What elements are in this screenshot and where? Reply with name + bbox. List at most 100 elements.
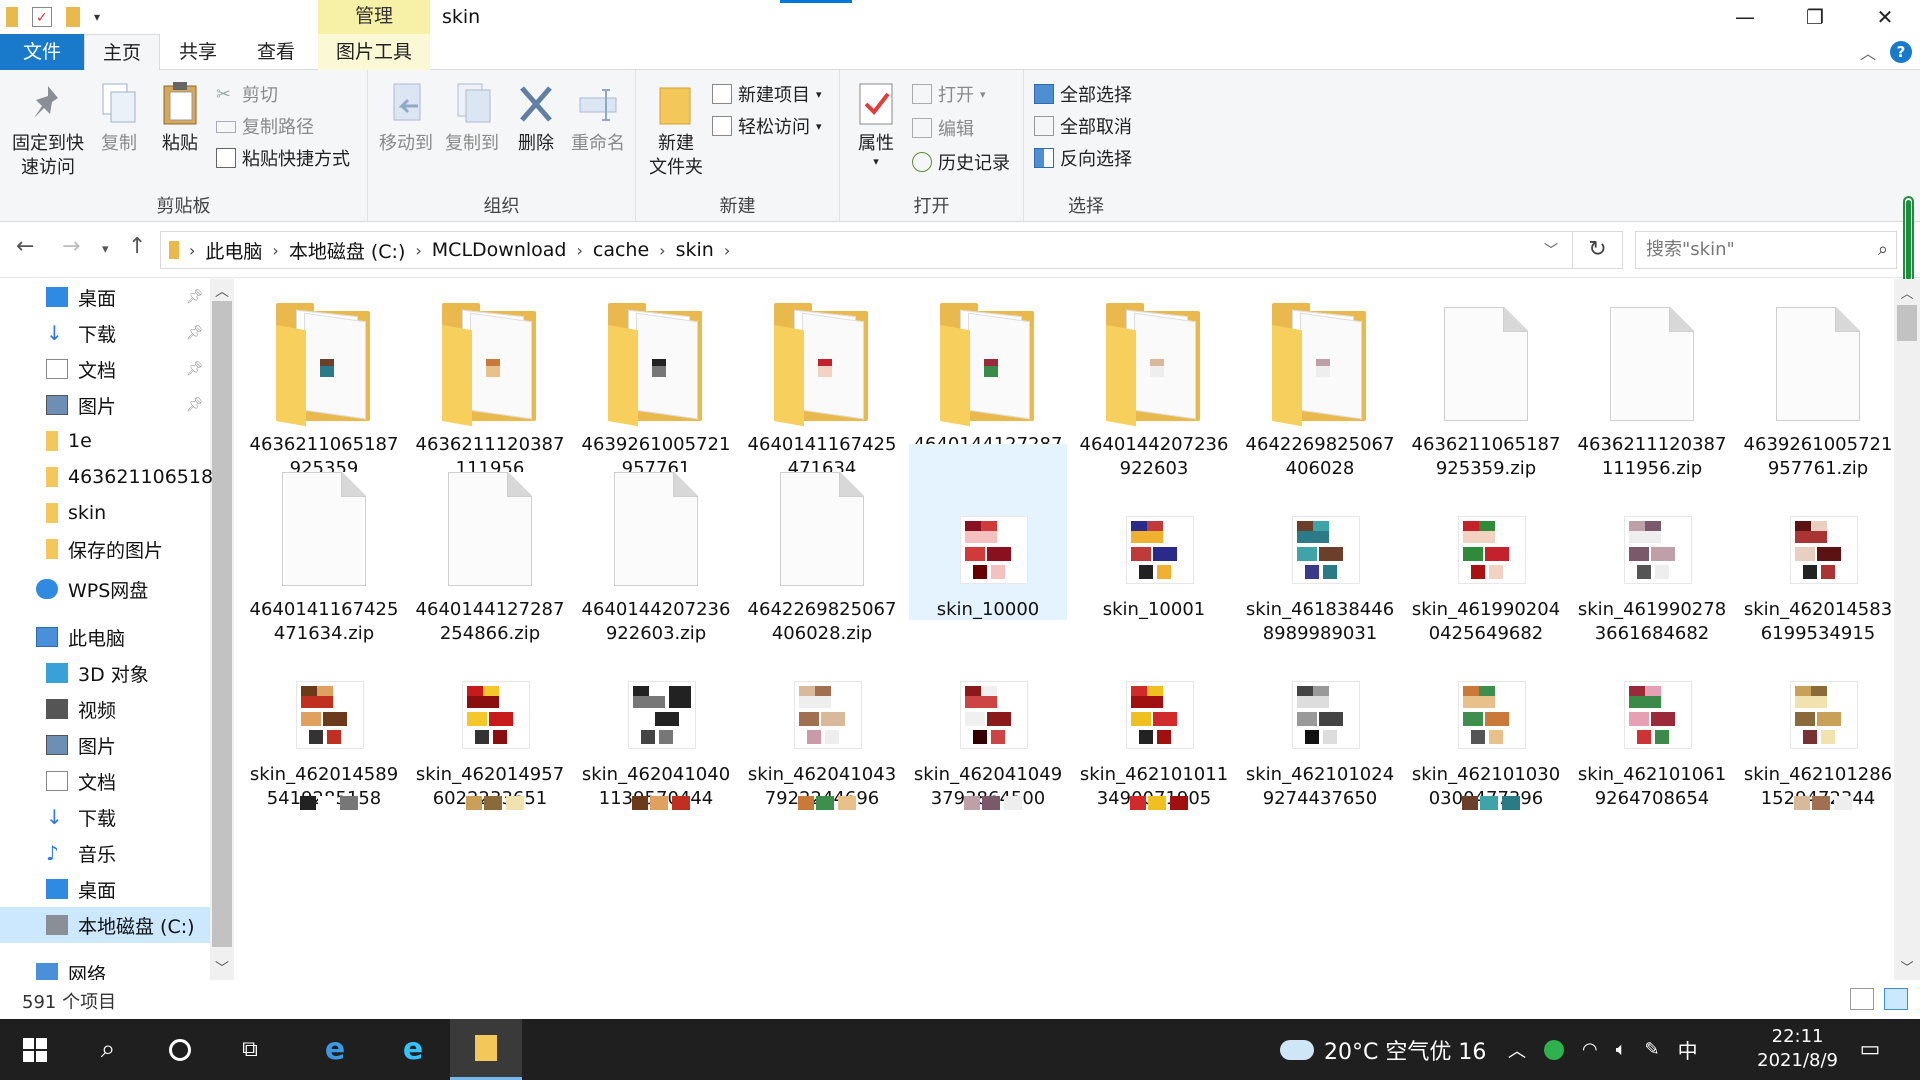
new-folder-button[interactable]: 新建 文件夹 (644, 80, 708, 180)
folder-item[interactable]: 4640144207236922603 (1075, 279, 1233, 479)
help-icon[interactable]: ? (1890, 41, 1912, 63)
pen-icon[interactable]: ✎ (1645, 1039, 1660, 1060)
nav-scrollbar[interactable]: ︿ ﹀ (210, 279, 234, 980)
security-app-icon[interactable] (1544, 1039, 1564, 1060)
invert-selection-button[interactable]: 反向选择 (1034, 144, 1132, 172)
scroll-up-icon[interactable]: ︿ (1894, 283, 1920, 302)
image-file-item[interactable]: skin_4620410437922244696 (743, 609, 901, 809)
breadcrumb-this-pc[interactable]: 此电脑 (205, 237, 262, 264)
image-file-item[interactable]: skin_4621010300300477396 (1407, 609, 1565, 809)
tab-view[interactable]: 查看 (238, 34, 314, 70)
select-all-button[interactable]: 全部选择 (1034, 80, 1132, 108)
skin-thumbnail-icon[interactable] (628, 796, 696, 810)
search-icon[interactable]: ⌕ (76, 1019, 140, 1080)
start-windows-icon[interactable] (0, 1019, 70, 1080)
breadcrumb-local-disk[interactable]: 本地磁盘 (C:) (289, 237, 406, 264)
open-button[interactable]: 打开 ▾ (912, 80, 986, 108)
refresh-icon[interactable]: ↻ (1573, 231, 1623, 269)
image-file-item[interactable]: skin_4620149576022233651 (411, 609, 569, 809)
nav-item[interactable]: 保存的图片 (0, 531, 210, 567)
address-bar[interactable]: › 此电脑 › 本地磁盘 (C:) › MCLDownload › cache … (160, 231, 1573, 269)
nav-item[interactable]: WPS网盘 (0, 571, 210, 607)
tab-share[interactable]: 共享 (162, 34, 234, 70)
image-file-item[interactable]: skin_4620410493793864500 (909, 609, 1067, 809)
floating-widget[interactable] (1903, 196, 1914, 286)
recent-locations-icon[interactable]: ▾ (102, 242, 109, 257)
zip-file-item[interactable]: 4639261005721957761.zip (1739, 279, 1894, 479)
folder-item[interactable]: 4639261005721957761 (577, 279, 735, 479)
folder-item[interactable]: 4640141167425471634 (743, 279, 901, 479)
nav-item[interactable]: ♪ 音乐 (0, 835, 210, 871)
nav-item[interactable]: 视频 (0, 691, 210, 727)
select-none-button[interactable]: 全部取消 (1034, 112, 1132, 140)
edit-button[interactable]: 编辑 (912, 114, 974, 142)
image-file-item[interactable]: skin_4621010249274437650 (1241, 609, 1399, 809)
tab-file[interactable]: 文件 (0, 34, 84, 70)
chevron-right-icon[interactable]: › (724, 241, 730, 260)
chevron-right-icon[interactable]: › (189, 241, 195, 260)
easy-access-button[interactable]: 轻松访问 ▾ (712, 112, 822, 140)
file-explorer-taskbar-icon[interactable] (450, 1019, 522, 1080)
image-file-item[interactable]: skin_4621010113490071905 (1075, 609, 1233, 809)
forward-arrow-icon[interactable]: → (62, 234, 80, 259)
skin-thumbnail-icon[interactable] (462, 796, 530, 810)
chevron-right-icon[interactable]: › (659, 241, 665, 260)
pin-icon[interactable]: 📌︎ (186, 397, 204, 413)
chevron-right-icon[interactable]: › (576, 241, 582, 260)
scroll-down-icon[interactable]: ﹀ (1894, 957, 1920, 976)
notification-icon[interactable]: ▭ (1840, 1019, 1900, 1080)
copy-path-button[interactable]: 复制路径 (216, 112, 314, 140)
minimize-icon[interactable]: — (1710, 0, 1780, 34)
copy-button[interactable]: 复制 (92, 80, 146, 156)
nav-item[interactable]: skin (0, 495, 210, 531)
skin-thumbnail-icon[interactable] (296, 796, 364, 810)
skin-thumbnail-icon[interactable] (1458, 796, 1526, 810)
skin-thumbnail-icon[interactable] (794, 796, 862, 810)
image-file-item[interactable]: skin_4621010619264708654 (1573, 609, 1731, 809)
large-icons-view-icon[interactable] (1884, 988, 1908, 1010)
nav-item[interactable]: 图片 📌︎ (0, 387, 210, 423)
zip-file-item[interactable]: 4636211065187925359.zip (1407, 279, 1565, 479)
address-history-dropdown-icon[interactable]: ﹀ (1544, 240, 1558, 260)
properties-qa-icon[interactable]: ✓ (32, 7, 52, 27)
nav-item[interactable]: 此电脑 (0, 619, 210, 655)
image-file-item[interactable]: skin_4619902040425649682 (1407, 444, 1565, 644)
folder-item[interactable]: 4640144127287254866 (909, 279, 1067, 479)
delete-button[interactable]: 删除 (508, 80, 564, 156)
breadcrumb-cache[interactable]: cache (593, 239, 649, 261)
folder-item[interactable]: 4636211065187925359 (245, 279, 403, 479)
zip-file-item[interactable]: 4636211120387111956.zip (1573, 279, 1731, 479)
nav-item[interactable]: ↓ 下载 (0, 799, 210, 835)
copy-to-button[interactable]: 复制到 (440, 80, 504, 156)
image-file-item[interactable]: skin_10000 (909, 444, 1067, 620)
skin-thumbnail-icon[interactable] (1790, 796, 1858, 810)
up-arrow-icon[interactable]: ↑ (128, 234, 146, 259)
zip-file-item[interactable]: 4640144127287254866.zip (411, 444, 569, 644)
paste-button[interactable]: 粘贴 (152, 80, 208, 156)
close-icon[interactable]: ✕ (1850, 0, 1920, 34)
nav-item[interactable]: 3D 对象 (0, 655, 210, 691)
pin-icon[interactable]: 📌︎ (186, 361, 204, 377)
pin-icon[interactable]: 📌︎ (186, 325, 204, 341)
wifi-icon[interactable]: ◠ (1582, 1039, 1598, 1060)
skin-thumbnail-icon[interactable] (1126, 796, 1194, 810)
input-method-icon[interactable]: 中 (1678, 1035, 1698, 1064)
image-file-item[interactable]: skin_4620145895419285158 (245, 609, 403, 809)
task-view-icon[interactable]: ⧉ (218, 1019, 282, 1080)
image-file-item[interactable]: skin_4619902783661684682 (1573, 444, 1731, 644)
volume-icon[interactable]: 🔈︎ (1616, 1039, 1627, 1060)
tab-picture-tools[interactable]: 图片工具 (318, 34, 430, 70)
show-hidden-icons-icon[interactable]: ︿ (1508, 1037, 1526, 1063)
ie-icon[interactable]: e (300, 1019, 370, 1080)
search-input[interactable]: 搜索"skin" ⌕ (1635, 231, 1897, 269)
nav-item[interactable]: 文档 📌︎ (0, 351, 210, 387)
breadcrumb-mcldownload[interactable]: MCLDownload (432, 239, 567, 261)
scroll-up-icon[interactable]: ︿ (210, 281, 234, 301)
details-view-icon[interactable] (1850, 988, 1874, 1010)
paste-shortcut-button[interactable]: 粘贴快捷方式 (216, 144, 350, 172)
nav-item[interactable]: 图片 (0, 727, 210, 763)
image-file-item[interactable]: skin_4618384468989989031 (1241, 444, 1399, 644)
pin-quick-access-button[interactable]: 固定到快 速访问 (8, 80, 88, 180)
new-item-button[interactable]: 新建项目 ▾ (712, 80, 822, 108)
history-button[interactable]: 历史记录 (912, 148, 1010, 176)
